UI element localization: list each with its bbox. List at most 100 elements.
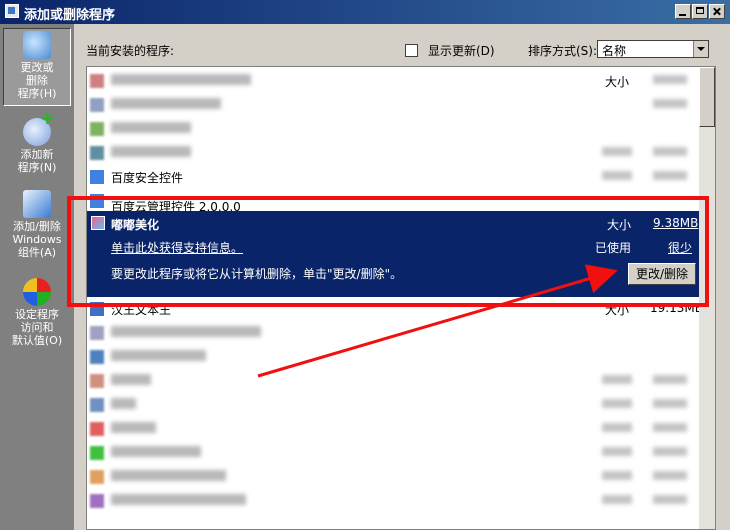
- sidebar-item-label: 添加/删除: [13, 220, 61, 233]
- used-value[interactable]: 很少: [668, 239, 692, 256]
- chevron-down-icon[interactable]: [693, 41, 708, 57]
- list-item[interactable]: [87, 441, 699, 465]
- list-item[interactable]: [87, 345, 699, 369]
- window-icon: [5, 4, 19, 18]
- list-item[interactable]: [87, 141, 699, 165]
- program-icon: [90, 146, 104, 160]
- size-label: [602, 375, 632, 384]
- list-item[interactable]: [87, 369, 699, 393]
- sidebar-item-label: Windows: [12, 233, 62, 246]
- program-name: [111, 398, 136, 409]
- size-label: 大小: [607, 218, 632, 232]
- program-icon: [90, 326, 104, 340]
- program-name: [111, 350, 206, 361]
- program-name: 百度安全控件: [111, 171, 184, 185]
- list-item[interactable]: 百度安全控件: [87, 165, 699, 189]
- main-panel: 当前安装的程序: 显示更新(D) 排序方式(S): 名称 大小 百度安全控件 百…: [74, 24, 730, 530]
- program-name: 百度云管理控件 2.0.0.0: [111, 200, 241, 211]
- size-value: [653, 147, 687, 156]
- close-button[interactable]: [709, 4, 725, 19]
- program-icon: [90, 374, 104, 388]
- scrollbar-thumb[interactable]: [699, 67, 715, 127]
- program-name: [111, 122, 191, 133]
- show-updates-label[interactable]: 显示更新(D): [428, 42, 495, 59]
- program-name: 嘟嘟美化: [111, 218, 160, 232]
- program-icon: [90, 170, 104, 184]
- sidebar-item-windows-components[interactable]: 添加/删除 Windows 组件(A): [3, 188, 71, 264]
- program-list[interactable]: 大小 百度安全控件 百度云管理控件 2.0.0.0 嘟嘟美化 大小 9.38MB…: [86, 66, 716, 530]
- sidebar-item-label: 更改或: [20, 61, 54, 74]
- show-updates-checkbox[interactable]: [405, 44, 418, 57]
- program-name: [111, 422, 156, 433]
- size-value: [653, 99, 687, 108]
- list-item[interactable]: [87, 393, 699, 417]
- program-name: 汉王文本王: [111, 303, 172, 317]
- list-item[interactable]: [87, 93, 699, 117]
- list-scrollbar[interactable]: [699, 67, 715, 529]
- program-icon: [90, 98, 104, 112]
- list-item[interactable]: [87, 489, 699, 513]
- size-value: [653, 423, 687, 432]
- sidebar-item-label: 默认值(O): [11, 334, 63, 347]
- size-label: [602, 495, 632, 504]
- program-icon: [90, 122, 104, 136]
- title-bar[interactable]: 添加或删除程序: [0, 0, 730, 24]
- list-item[interactable]: [87, 417, 699, 441]
- list-item[interactable]: [87, 321, 699, 345]
- program-name: [111, 326, 261, 337]
- support-info-link[interactable]: 单击此处获得支持信息。: [111, 239, 243, 256]
- size-value: [653, 447, 687, 456]
- list-item[interactable]: 大小: [87, 69, 699, 93]
- size-value: 19.13MB: [650, 301, 703, 315]
- sidebar-item-add-new[interactable]: 添加新 程序(N): [3, 112, 71, 180]
- minimize-button[interactable]: [675, 4, 691, 19]
- size-label: [602, 447, 632, 456]
- sidebar-item-program-defaults[interactable]: 设定程序 访问和 默认值(O): [3, 276, 71, 352]
- sidebar-item-label: 组件(A): [17, 246, 57, 259]
- sort-by-value: 名称: [602, 44, 627, 58]
- program-icon: [90, 446, 104, 460]
- sidebar-item-label: 程序(H): [17, 87, 57, 100]
- size-value[interactable]: 9.38MB: [653, 216, 698, 230]
- program-name: [111, 494, 246, 505]
- size-value: [653, 171, 687, 180]
- program-icon: [90, 194, 104, 208]
- add-programs-icon: [23, 112, 55, 146]
- program-icon: [90, 470, 104, 484]
- program-defaults-icon: [23, 278, 51, 306]
- sort-by-select[interactable]: 名称: [597, 40, 709, 58]
- sidebar-item-label: 程序(N): [17, 161, 57, 174]
- list-item[interactable]: 百度云管理控件 2.0.0.0: [87, 189, 699, 211]
- program-icon: [90, 74, 104, 88]
- size-label: [602, 471, 632, 480]
- list-item[interactable]: [87, 117, 699, 141]
- program-name: [111, 470, 226, 481]
- window-title: 添加或删除程序: [24, 8, 116, 23]
- size-label: 大小: [605, 75, 630, 89]
- sidebar: 更改或 删除 程序(H) 添加新 程序(N) 添加/删除 Windows 组件(…: [0, 24, 74, 530]
- size-label: [602, 147, 632, 156]
- sidebar-item-label: 删除: [26, 74, 48, 87]
- sidebar-item-label: 添加新: [20, 148, 54, 161]
- sidebar-item-change-remove[interactable]: 更改或 删除 程序(H): [3, 28, 71, 106]
- size-value: [653, 399, 687, 408]
- sidebar-item-label: 设定程序: [15, 308, 59, 321]
- program-icon: [91, 216, 105, 230]
- sidebar-item-label: 访问和: [20, 321, 54, 334]
- remove-programs-icon: [23, 31, 51, 59]
- change-remove-hint: 要更改此程序或将它从计算机删除，单击"更改/删除"。: [111, 267, 403, 281]
- change-remove-button[interactable]: 更改/删除: [628, 263, 696, 285]
- list-item[interactable]: [87, 465, 699, 489]
- maximize-button[interactable]: [692, 4, 708, 19]
- list-item[interactable]: 汉王文本王 大小 19.13MB: [87, 297, 703, 321]
- program-name: [111, 74, 251, 85]
- size-value: [653, 495, 687, 504]
- size-label: [602, 399, 632, 408]
- selected-program[interactable]: 嘟嘟美化 大小 9.38MB 单击此处获得支持信息。 已使用 很少 要更改此程序…: [87, 211, 699, 297]
- size-value: [653, 471, 687, 480]
- size-value: [653, 75, 687, 84]
- size-label: [602, 171, 632, 180]
- program-icon: [90, 398, 104, 412]
- program-icon: [90, 422, 104, 436]
- windows-components-icon: [23, 190, 51, 218]
